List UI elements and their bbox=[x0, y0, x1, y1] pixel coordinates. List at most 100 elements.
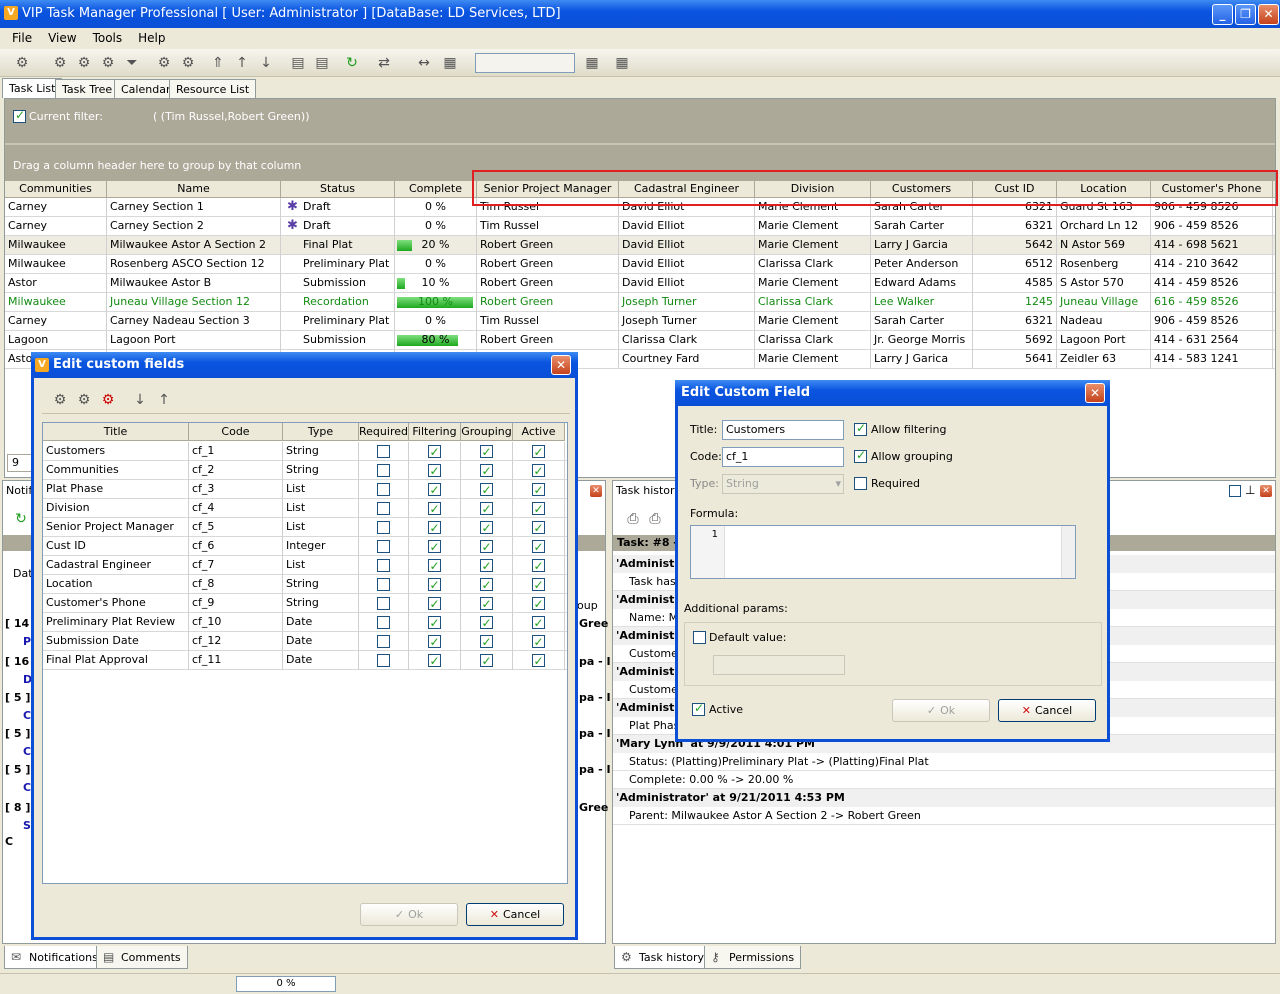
field-row[interactable]: Senior Project Manager cf_5 List bbox=[43, 518, 567, 537]
layout-icon[interactable]: ▦ bbox=[584, 55, 600, 71]
add-task-icon[interactable]: ⚙ bbox=[14, 55, 30, 71]
field-cell-active[interactable] bbox=[513, 499, 565, 518]
field-cell-required[interactable] bbox=[359, 594, 409, 613]
notification-line[interactable]: [ 8 ] bbox=[3, 799, 30, 817]
field-cell-grouping[interactable] bbox=[461, 480, 513, 499]
field-cell-filtering[interactable] bbox=[409, 651, 461, 670]
export-icon[interactable]: ⇄ bbox=[376, 55, 392, 71]
table-row[interactable]: Milwaukee Rosenberg ASCO Section 12 Prelim… bbox=[5, 255, 1275, 274]
required-checkbox[interactable] bbox=[376, 521, 390, 534]
required-checkbox[interactable] bbox=[376, 464, 390, 477]
field-cell-required[interactable] bbox=[359, 518, 409, 537]
required-checkbox[interactable] bbox=[376, 578, 390, 591]
fields-column-header[interactable]: Filtering bbox=[409, 423, 461, 441]
move-field-down-icon[interactable]: ↓ bbox=[132, 392, 148, 408]
field-cell-required[interactable] bbox=[359, 480, 409, 499]
fields-column-header[interactable]: Active bbox=[513, 423, 565, 441]
filter-icon[interactable]: ⏷ bbox=[124, 55, 140, 71]
tab-resource-list[interactable]: Resource List bbox=[169, 79, 257, 98]
tab-calendar[interactable]: Calendar bbox=[114, 79, 178, 98]
table-row[interactable]: Astor Milwaukee Astor B Submission 10 % Robe… bbox=[5, 274, 1275, 293]
close-button[interactable]: ✕ bbox=[1258, 4, 1279, 25]
print-preview-icon[interactable]: ⎙ bbox=[647, 511, 663, 527]
field-cell-filtering[interactable] bbox=[409, 518, 461, 537]
required-checkbox[interactable] bbox=[376, 483, 390, 496]
field-cell-grouping[interactable] bbox=[461, 461, 513, 480]
field-row[interactable]: Communities cf_2 String bbox=[43, 461, 567, 480]
field-cell-required[interactable] bbox=[359, 537, 409, 556]
allow-filtering-checkbox[interactable] bbox=[854, 421, 867, 436]
field-cell-active[interactable] bbox=[513, 632, 565, 651]
tab-task-tree[interactable]: Task Tree bbox=[55, 79, 120, 98]
table-row[interactable]: Milwaukee Juneau Village Section 12 Record… bbox=[5, 293, 1275, 312]
fit-columns-icon[interactable]: ↔ bbox=[416, 55, 432, 71]
column-header[interactable]: Communities bbox=[5, 181, 107, 198]
fields-column-header[interactable]: Code bbox=[189, 423, 283, 441]
view-combo[interactable] bbox=[475, 53, 575, 73]
filtering-checkbox[interactable] bbox=[427, 519, 441, 537]
edit-custom-field-close-button[interactable]: ✕ bbox=[1085, 383, 1105, 403]
properties-icon[interactable]: ⚙ bbox=[156, 55, 172, 71]
field-row[interactable]: Customer's Phone cf_9 String bbox=[43, 594, 567, 613]
field-cell-grouping[interactable] bbox=[461, 594, 513, 613]
active-checkbox[interactable] bbox=[531, 500, 545, 518]
field-cell-required[interactable] bbox=[359, 613, 409, 632]
field-row[interactable]: Preliminary Plat Review cf_10 Date bbox=[43, 613, 567, 632]
history-pin-icon[interactable]: ⊥ bbox=[1245, 483, 1255, 497]
field-row[interactable]: Plat Phase cf_3 List bbox=[43, 480, 567, 499]
field-cell-active[interactable] bbox=[513, 537, 565, 556]
tab-notifications[interactable]: ✉ Notifications bbox=[4, 946, 105, 969]
active-checkbox[interactable] bbox=[531, 633, 545, 651]
notification-line[interactable]: [ 14 bbox=[3, 615, 29, 633]
menu-help[interactable]: Help bbox=[126, 28, 169, 45]
code-input[interactable]: cf_1 bbox=[722, 447, 844, 467]
field-cell-filtering[interactable] bbox=[409, 537, 461, 556]
menu-tools[interactable]: Tools bbox=[81, 28, 127, 45]
field-cell-required[interactable] bbox=[359, 442, 409, 461]
notif-close-icon[interactable]: ✕ bbox=[589, 484, 603, 498]
field-cell-filtering[interactable] bbox=[409, 442, 461, 461]
field-cell-active[interactable] bbox=[513, 613, 565, 632]
field-cell-active[interactable] bbox=[513, 442, 565, 461]
field-cell-required[interactable] bbox=[359, 499, 409, 518]
field-cell-required[interactable] bbox=[359, 461, 409, 480]
fields-column-header[interactable]: Required bbox=[359, 423, 409, 441]
field-cell-grouping[interactable] bbox=[461, 442, 513, 461]
column-header[interactable]: Complete bbox=[395, 181, 477, 198]
move-top-icon[interactable]: ⇑ bbox=[210, 55, 226, 71]
active-checkbox[interactable] bbox=[531, 443, 545, 461]
view-task-icon[interactable]: ⚙ bbox=[76, 55, 92, 71]
current-filter-checkbox[interactable] bbox=[13, 108, 26, 123]
notification-line[interactable]: [ 5 ] bbox=[3, 761, 30, 779]
grouping-checkbox[interactable] bbox=[479, 614, 493, 632]
table-row[interactable]: Milwaukee Milwaukee Astor A Section 2 Fina… bbox=[5, 236, 1275, 255]
field-cell-filtering[interactable] bbox=[409, 594, 461, 613]
field-cell-required[interactable] bbox=[359, 575, 409, 594]
formula-editor[interactable]: 1 bbox=[690, 525, 1076, 579]
tab-permissions[interactable]: ⚷ Permissions bbox=[704, 946, 802, 969]
notification-line[interactable]: C bbox=[3, 833, 13, 851]
grouping-checkbox[interactable] bbox=[479, 652, 493, 670]
required-checkbox[interactable] bbox=[376, 654, 390, 667]
table-row[interactable]: Carney Carney Nadeau Section 3 Preliminary… bbox=[5, 312, 1275, 331]
active-checkbox[interactable] bbox=[531, 481, 545, 499]
fields-ok-button[interactable]: ✓ Ok bbox=[360, 903, 458, 926]
grouping-checkbox[interactable] bbox=[479, 443, 493, 461]
grouping-checkbox[interactable] bbox=[479, 538, 493, 556]
active-checkbox[interactable] bbox=[531, 652, 545, 670]
field-cell-grouping[interactable] bbox=[461, 575, 513, 594]
notification-line[interactable]: P bbox=[3, 633, 31, 651]
tab-task-history[interactable]: ⚙ Task history bbox=[614, 946, 712, 969]
field-cell-filtering[interactable] bbox=[409, 632, 461, 651]
field-cell-active[interactable] bbox=[513, 518, 565, 537]
filtering-checkbox[interactable] bbox=[427, 538, 441, 556]
print-icon[interactable]: ⎙ bbox=[625, 511, 641, 527]
field-cell-required[interactable] bbox=[359, 632, 409, 651]
field-cell-filtering[interactable] bbox=[409, 499, 461, 518]
collapse-icon[interactable]: ▤ bbox=[314, 55, 330, 71]
field-cell-grouping[interactable] bbox=[461, 556, 513, 575]
grouping-checkbox[interactable] bbox=[479, 633, 493, 651]
fields-column-header[interactable]: Grouping bbox=[461, 423, 513, 441]
filtering-checkbox[interactable] bbox=[427, 481, 441, 499]
field-cell-grouping[interactable] bbox=[461, 632, 513, 651]
